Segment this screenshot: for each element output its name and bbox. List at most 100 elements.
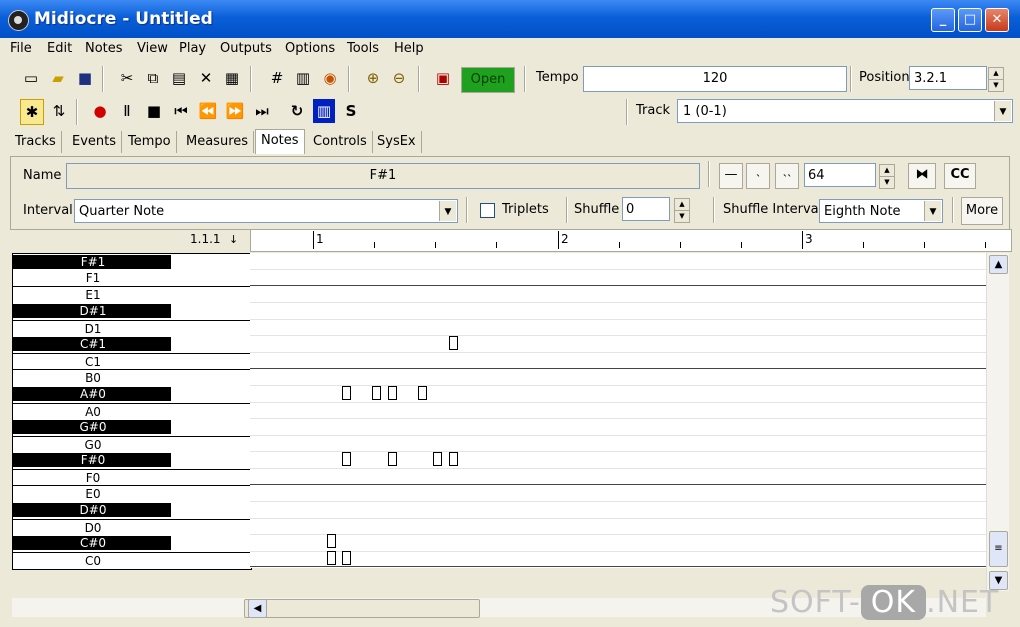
piano-key[interactable]: E0 — [13, 485, 251, 502]
output-device-icon[interactable]: ▣ — [432, 66, 454, 90]
velocity-down-icon[interactable]: ▼ — [879, 176, 895, 189]
tab-measures[interactable]: Measures — [181, 131, 255, 153]
menu-tools[interactable]: Tools — [347, 41, 379, 56]
open-folder-icon[interactable]: ▰ — [47, 66, 69, 90]
grid-icon[interactable]: # — [266, 66, 288, 90]
piano-key[interactable]: C0 — [13, 552, 251, 569]
close-button[interactable]: ✕ — [985, 8, 1009, 32]
tab-controls[interactable]: Controls — [308, 131, 373, 153]
note-block[interactable] — [327, 551, 336, 565]
piano-key[interactable]: G#0 — [13, 419, 251, 435]
note-block[interactable] — [342, 551, 351, 565]
piano-key[interactable]: G0 — [13, 436, 251, 453]
menu-options[interactable]: Options — [285, 41, 335, 56]
piano-key[interactable]: F0 — [13, 469, 251, 486]
chevron-down-icon[interactable]: ▼ — [994, 101, 1011, 121]
menu-outputs[interactable]: Outputs — [220, 41, 272, 56]
triplets-checkbox[interactable] — [480, 203, 495, 218]
piano-key[interactable]: E1 — [13, 286, 251, 303]
pause-icon[interactable]: Ⅱ — [116, 99, 138, 123]
measure-ruler[interactable]: 1 2 3 — [250, 229, 1012, 252]
piano-key[interactable]: C#0 — [13, 535, 251, 551]
scroll-thumb[interactable] — [244, 599, 480, 618]
delete-icon[interactable]: ✕ — [195, 66, 217, 90]
sort-notes-icon[interactable]: ⇅ — [48, 99, 70, 123]
duration-whole-icon[interactable]: — — [719, 163, 743, 189]
piano-key[interactable]: F1 — [13, 270, 251, 286]
rewind-icon[interactable]: ⏪ — [197, 99, 219, 123]
velocity-field[interactable]: 64 — [804, 163, 876, 187]
note-block[interactable] — [418, 386, 427, 400]
go-to-end-icon[interactable]: ⏭ — [251, 99, 273, 123]
scroll-up-icon[interactable]: ▲ — [989, 255, 1008, 274]
note-block[interactable] — [433, 452, 442, 466]
fast-forward-icon[interactable]: ⏩ — [224, 99, 246, 123]
tab-sysex[interactable]: SysEx — [372, 131, 422, 153]
arrow-down-icon[interactable]: ↓ — [229, 233, 238, 246]
note-block[interactable] — [342, 452, 351, 466]
menu-help[interactable]: Help — [394, 41, 424, 56]
note-block[interactable] — [388, 452, 397, 466]
paste-icon[interactable]: ▤ — [168, 66, 190, 90]
shuffle-interval-select[interactable]: Eighth Note ▼ — [819, 199, 943, 223]
note-block[interactable] — [372, 386, 381, 400]
cut-icon[interactable]: ✂ — [116, 66, 138, 90]
stop-icon[interactable]: ■ — [143, 99, 165, 123]
save-icon[interactable]: ■ — [74, 66, 96, 90]
piano-key[interactable]: D#1 — [13, 303, 251, 319]
chevron-down-icon[interactable]: ▼ — [439, 201, 456, 221]
shuffle-down-icon[interactable]: ▼ — [674, 210, 690, 223]
tab-tempo[interactable]: Tempo — [123, 131, 177, 153]
cc-button[interactable]: CC — [944, 163, 976, 189]
menu-play[interactable]: Play — [179, 41, 206, 56]
tempo-field[interactable]: 120 — [583, 66, 847, 92]
menu-edit[interactable]: Edit — [47, 41, 72, 56]
zoom-out-icon[interactable]: ⊖ — [388, 66, 410, 90]
go-to-start-icon[interactable]: ⏮ — [170, 99, 192, 123]
solo-icon[interactable]: S — [340, 99, 362, 123]
piano-key[interactable]: F#0 — [13, 452, 251, 468]
menu-view[interactable]: View — [137, 41, 168, 56]
piano-key[interactable]: D#0 — [13, 502, 251, 518]
title-bar[interactable]: Midiocre - Untitled _ □ ✕ — [0, 0, 1020, 38]
duration-sixteenth-icon[interactable]: ˴˴ — [775, 163, 799, 189]
tab-tracks[interactable]: Tracks — [10, 131, 62, 153]
zoom-in-icon[interactable]: ⊕ — [362, 66, 384, 90]
properties-icon[interactable]: ▦ — [221, 66, 243, 90]
snap-icon[interactable]: ⧓ — [908, 163, 936, 189]
shuffle-field[interactable]: 0 — [622, 197, 670, 221]
select-all-icon[interactable]: ▥ — [313, 99, 335, 123]
menu-notes[interactable]: Notes — [85, 41, 123, 56]
note-name-field[interactable]: F#1 — [66, 163, 700, 189]
metronome-icon[interactable]: ✱ — [20, 99, 44, 125]
new-file-icon[interactable]: ▭ — [20, 66, 42, 90]
copy-icon[interactable]: ⧉ — [142, 66, 164, 90]
piano-key[interactable]: F#1 — [13, 254, 251, 270]
piano-key[interactable]: D0 — [13, 519, 251, 536]
piano-key[interactable]: A0 — [13, 403, 251, 420]
menu-file[interactable]: File — [10, 41, 32, 56]
piano-key[interactable]: C#1 — [13, 336, 251, 352]
scroll-thumb[interactable]: ≡ — [989, 531, 1008, 567]
interval-select[interactable]: Quarter Note ▼ — [74, 199, 458, 223]
tab-events[interactable]: Events — [67, 131, 123, 153]
track-select[interactable]: 1 (0-1) ▼ — [677, 99, 1013, 123]
piano-key[interactable]: D1 — [13, 320, 251, 337]
note-block[interactable] — [449, 452, 458, 466]
chevron-down-icon[interactable]: ▼ — [924, 201, 941, 221]
position-down-icon[interactable]: ▼ — [988, 79, 1004, 92]
loop-icon[interactable]: ↻ — [286, 99, 308, 123]
vertical-scrollbar[interactable]: ▲ ≡ ▼ — [986, 253, 1009, 591]
tab-notes[interactable]: Notes — [255, 129, 305, 154]
piano-key[interactable]: A#0 — [13, 386, 251, 402]
score-icon[interactable]: ▥ — [292, 66, 314, 90]
piano-key[interactable]: B0 — [13, 369, 251, 386]
record-icon[interactable]: ● — [89, 99, 111, 123]
scroll-left-icon[interactable]: ◀ — [248, 599, 267, 618]
duration-eighth-icon[interactable]: ˴ — [746, 163, 770, 189]
note-block[interactable] — [327, 534, 336, 548]
maximize-button[interactable]: □ — [958, 8, 982, 32]
note-block[interactable] — [388, 386, 397, 400]
drum-icon[interactable]: ◉ — [319, 66, 341, 90]
piano-roll-grid[interactable] — [250, 253, 986, 568]
